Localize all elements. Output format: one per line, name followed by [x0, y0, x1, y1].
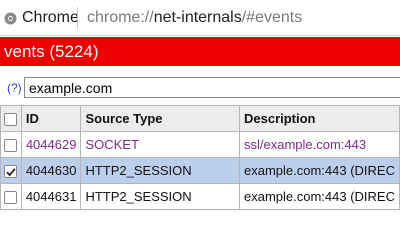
- url-scheme: chrome://: [87, 9, 154, 26]
- table-row[interactable]: 4044631 HTTP2_SESSION example.com:443 (D…: [0, 183, 400, 210]
- events-header-bar: vents (5224): [0, 37, 400, 66]
- events-title: vents (5224): [4, 42, 99, 61]
- row-checkbox[interactable]: [4, 139, 18, 153]
- filter-help-link[interactable]: (?): [7, 81, 22, 95]
- event-id: 4044629: [20, 131, 82, 158]
- table-row[interactable]: 4044629 SOCKET ssl/example.com:443: [0, 131, 400, 158]
- event-description: example.com:443 (DIREC: [238, 157, 400, 184]
- table-row[interactable]: 4044630 HTTP2_SESSION example.com:443 (D…: [0, 157, 400, 184]
- select-all-checkbox[interactable]: [4, 113, 18, 127]
- checkmark-icon: [6, 168, 17, 177]
- column-header-id[interactable]: ID: [20, 105, 82, 132]
- events-table: ID Source Type Description 4044629 SOCKE…: [0, 105, 400, 210]
- select-all-header[interactable]: [0, 105, 22, 132]
- row-checkbox-cell[interactable]: [0, 131, 22, 158]
- url-path: /#events: [241, 9, 303, 26]
- event-source-type: HTTP2_SESSION: [80, 183, 240, 210]
- event-id: 4044631: [20, 183, 82, 210]
- column-header-description[interactable]: Description: [238, 105, 400, 132]
- address-bar-divider: [77, 7, 78, 29]
- row-checkbox[interactable]: [4, 165, 18, 179]
- event-id: 4044630: [20, 157, 82, 184]
- address-bar[interactable]: Chrome chrome://net-internals/#events: [0, 0, 400, 36]
- filter-input[interactable]: [24, 77, 400, 98]
- url-text[interactable]: chrome://net-internals/#events: [87, 9, 302, 27]
- row-checkbox[interactable]: [4, 191, 18, 205]
- row-checkbox-cell[interactable]: [0, 157, 22, 184]
- event-source-type: HTTP2_SESSION: [80, 157, 240, 184]
- row-checkbox-cell[interactable]: [0, 183, 22, 210]
- origin-chip-label: Chrome: [22, 9, 79, 26]
- event-description: ssl/example.com:443: [238, 131, 400, 158]
- column-header-source-type[interactable]: Source Type: [80, 105, 240, 132]
- event-source-type: SOCKET: [80, 131, 240, 158]
- url-host: net-internals: [153, 9, 242, 26]
- event-description: example.com:443 (DIREC: [238, 183, 400, 210]
- table-header-row: ID Source Type Description: [0, 105, 400, 132]
- chrome-logo-icon: [4, 12, 17, 25]
